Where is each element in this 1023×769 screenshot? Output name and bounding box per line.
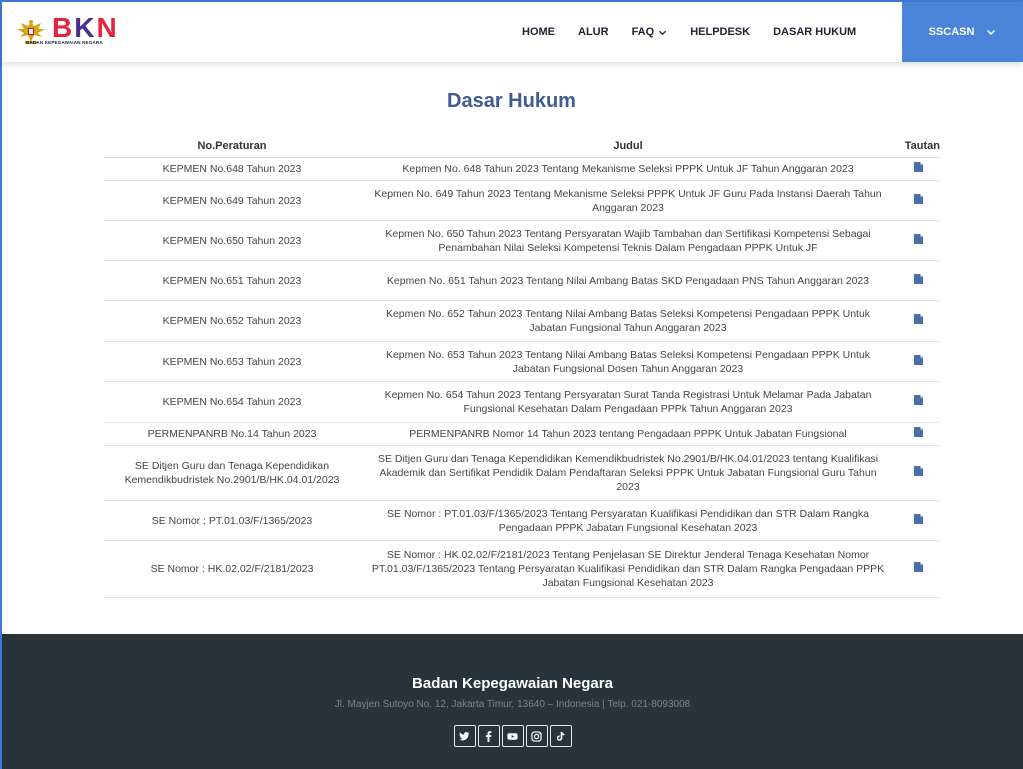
site-header: BKN BADAN KEPEGAWAIAN NEGARA HOME ALUR F… <box>2 2 1023 62</box>
footer-title: Badan Kepegawaian Negara <box>412 675 613 692</box>
table-row: KEPMEN No.654 Tahun 2023 Kepmen No. 654 … <box>104 382 940 423</box>
cell-judul: Kepmen No. 650 Tahun 2023 Tentang Persya… <box>385 227 871 254</box>
document-link-icon[interactable] <box>913 273 923 284</box>
table-row: KEPMEN No.648 Tahun 2023 Kepmen No. 648 … <box>104 158 940 181</box>
document-link-icon[interactable] <box>913 233 923 244</box>
footer-address: Jl. Mayjen Sutoyo No. 12, Jakarta Timur,… <box>334 699 691 710</box>
table-row: SE Nomor : PT.01.03/F/1365/2023 SE Nomor… <box>104 501 940 541</box>
document-link-icon[interactable] <box>913 395 923 405</box>
page-title: Dasar Hukum <box>447 90 576 112</box>
sscasn-menu-button[interactable]: SSCASN <box>902 2 1023 62</box>
facebook-icon <box>485 730 492 742</box>
cell-no-peraturan: KEPMEN No.654 Tahun 2023 <box>162 396 302 408</box>
cell-judul: SE Nomor : HK.02.02/F/2181/2023 Tentang … <box>371 549 885 589</box>
table-row: KEPMEN No.650 Tahun 2023 Kepmen No. 650 … <box>104 221 940 261</box>
chevron-down-icon <box>659 30 667 35</box>
nav-dasar-hukum[interactable]: DASAR HUKUM <box>773 26 856 38</box>
logo-subtitle: BADAN KEPEGAWAIAN NEGARA <box>26 40 103 45</box>
instagram-link[interactable] <box>525 725 548 747</box>
document-link-icon[interactable] <box>913 162 923 172</box>
site-footer: Badan Kepegawaian Negara Jl. Mayjen Suto… <box>2 634 1023 769</box>
cell-no-peraturan: KEPMEN No.649 Tahun 2023 <box>162 194 302 207</box>
regulations-table: No.Peraturan Judul Tautan KEPMEN No.648 … <box>104 134 940 598</box>
table-header: No.Peraturan Judul Tautan <box>104 134 940 158</box>
main-nav: HOME ALUR FAQ HELPDESK DASAR HUKUM <box>522 2 879 62</box>
bkn-logo[interactable]: BKN BADAN KEPEGAWAIAN NEGARA <box>16 12 141 50</box>
nav-helpdesk[interactable]: HELPDESK <box>690 26 750 38</box>
nav-alur[interactable]: ALUR <box>578 26 609 38</box>
cell-judul: Kepmen No. 649 Tahun 2023 Tentang Mekani… <box>374 187 882 214</box>
youtube-link[interactable] <box>501 725 524 747</box>
youtube-icon <box>507 732 518 740</box>
table-row: KEPMEN No.651 Tahun 2023 Kepmen No. 651 … <box>104 261 940 301</box>
cell-judul: Kepmen No. 653 Tahun 2023 Tentang Nilai … <box>385 348 871 375</box>
cell-no-peraturan: PERMENPANRB No.14 Tahun 2023 <box>147 428 317 440</box>
table-row: PERMENPANRB No.14 Tahun 2023 PERMENPANRB… <box>104 423 940 446</box>
table-row: KEPMEN No.653 Tahun 2023 Kepmen No. 653 … <box>104 342 940 382</box>
cell-judul: Kepmen No. 651 Tahun 2023 Tentang Nilai … <box>386 274 870 287</box>
facebook-link[interactable] <box>477 725 500 747</box>
logo-wordmark: BKN <box>52 12 119 43</box>
document-link-icon[interactable] <box>913 354 923 365</box>
table-row: SE Ditjen Guru dan Tenaga Kependidikan K… <box>104 446 940 501</box>
table-row: KEPMEN No.652 Tahun 2023 Kepmen No. 652 … <box>104 301 940 342</box>
nav-faq[interactable]: FAQ <box>632 26 668 38</box>
tiktok-link[interactable] <box>549 725 572 747</box>
document-link-icon[interactable] <box>913 193 923 204</box>
cell-no-peraturan: KEPMEN No.648 Tahun 2023 <box>162 163 302 175</box>
twitter-link[interactable] <box>453 725 476 747</box>
cell-judul: Kepmen No. 652 Tahun 2023 Tentang Nilai … <box>385 308 871 334</box>
cell-no-peraturan: KEPMEN No.650 Tahun 2023 <box>162 234 302 247</box>
document-link-icon[interactable] <box>913 314 923 324</box>
cell-judul: SE Ditjen Guru dan Tenaga Kependidikan K… <box>377 453 879 493</box>
table-row: SE Nomor : HK.02.02/F/2181/2023 SE Nomor… <box>104 541 940 598</box>
cell-no-peraturan: KEPMEN No.653 Tahun 2023 <box>162 355 302 368</box>
tiktok-icon <box>556 731 565 741</box>
cell-no-peraturan: KEPMEN No.652 Tahun 2023 <box>162 315 302 327</box>
cell-judul: Kepmen No. 648 Tahun 2023 Tentang Mekani… <box>402 163 854 175</box>
cell-no-peraturan: SE Nomor : PT.01.03/F/1365/2023 <box>151 514 313 527</box>
cell-judul: SE Nomor : PT.01.03/F/1365/2023 Tentang … <box>387 507 869 534</box>
cell-judul: PERMENPANRB Nomor 14 Tahun 2023 tentang … <box>409 428 847 440</box>
document-link-icon[interactable] <box>913 466 923 476</box>
chevron-down-icon <box>987 29 996 36</box>
instagram-icon <box>531 730 542 742</box>
cell-no-peraturan: SE Nomor : HK.02.02/F/2181/2023 <box>150 563 314 575</box>
nav-home[interactable]: HOME <box>522 26 555 38</box>
twitter-icon <box>459 731 470 740</box>
document-link-icon[interactable] <box>913 562 923 572</box>
table-row: KEPMEN No.649 Tahun 2023 Kepmen No. 649 … <box>104 181 940 221</box>
header-tautan: Tautan <box>904 139 940 152</box>
cell-no-peraturan: KEPMEN No.651 Tahun 2023 <box>162 274 302 287</box>
cell-no-peraturan: SE Ditjen Guru dan Tenaga Kependidikan K… <box>124 460 340 486</box>
header-no-peraturan: No.Peraturan <box>197 139 267 152</box>
document-link-icon[interactable] <box>913 513 923 524</box>
header-judul: Judul <box>613 139 643 152</box>
sscasn-label: SSCASN <box>928 26 975 38</box>
cell-judul: Kepmen No. 654 Tahun 2023 Tentang Persya… <box>384 389 872 415</box>
social-links <box>2 725 1023 747</box>
document-link-icon[interactable] <box>913 427 923 437</box>
